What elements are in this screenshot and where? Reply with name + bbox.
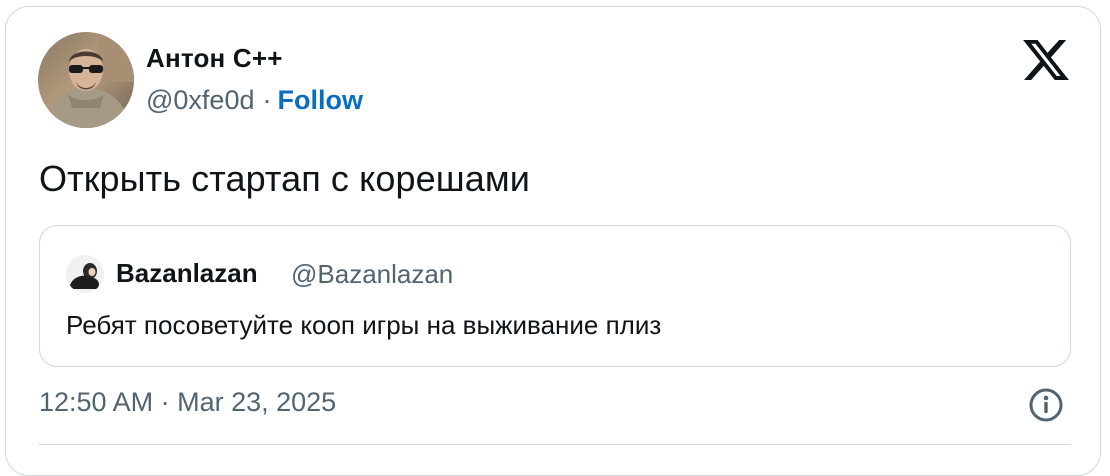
author-handle[interactable]: @0xfe0d	[146, 85, 254, 115]
x-logo-icon[interactable]	[1023, 39, 1069, 81]
follow-button[interactable]: Follow	[277, 85, 362, 115]
tweet-card: Антон С++ @0xfe0d · Follow Открыть стартап…	[5, 6, 1101, 476]
author-name[interactable]: Антон С++	[146, 43, 283, 74]
quote-text: Ребят посоветуйте кооп игры на выживание…	[66, 310, 662, 340]
quoted-tweet[interactable]: Bazanlazan @Bazanlazan Ребят посоветуйте…	[39, 225, 1071, 367]
quote-author-avatar[interactable]	[66, 255, 104, 293]
quote-author-name[interactable]: Bazanlazan	[116, 258, 258, 289]
author-line: @0xfe0d · Follow	[146, 85, 363, 116]
separator-dot: ·	[262, 85, 272, 115]
tweet-timestamp[interactable]: 12:50 AM · Mar 23, 2025	[39, 387, 336, 418]
divider	[39, 444, 1071, 445]
info-icon[interactable]	[1028, 387, 1064, 423]
quote-author-handle[interactable]: @Bazanlazan	[291, 259, 453, 290]
tweet-text: Открыть стартап с корешами	[39, 158, 530, 199]
author-avatar[interactable]	[38, 32, 134, 128]
